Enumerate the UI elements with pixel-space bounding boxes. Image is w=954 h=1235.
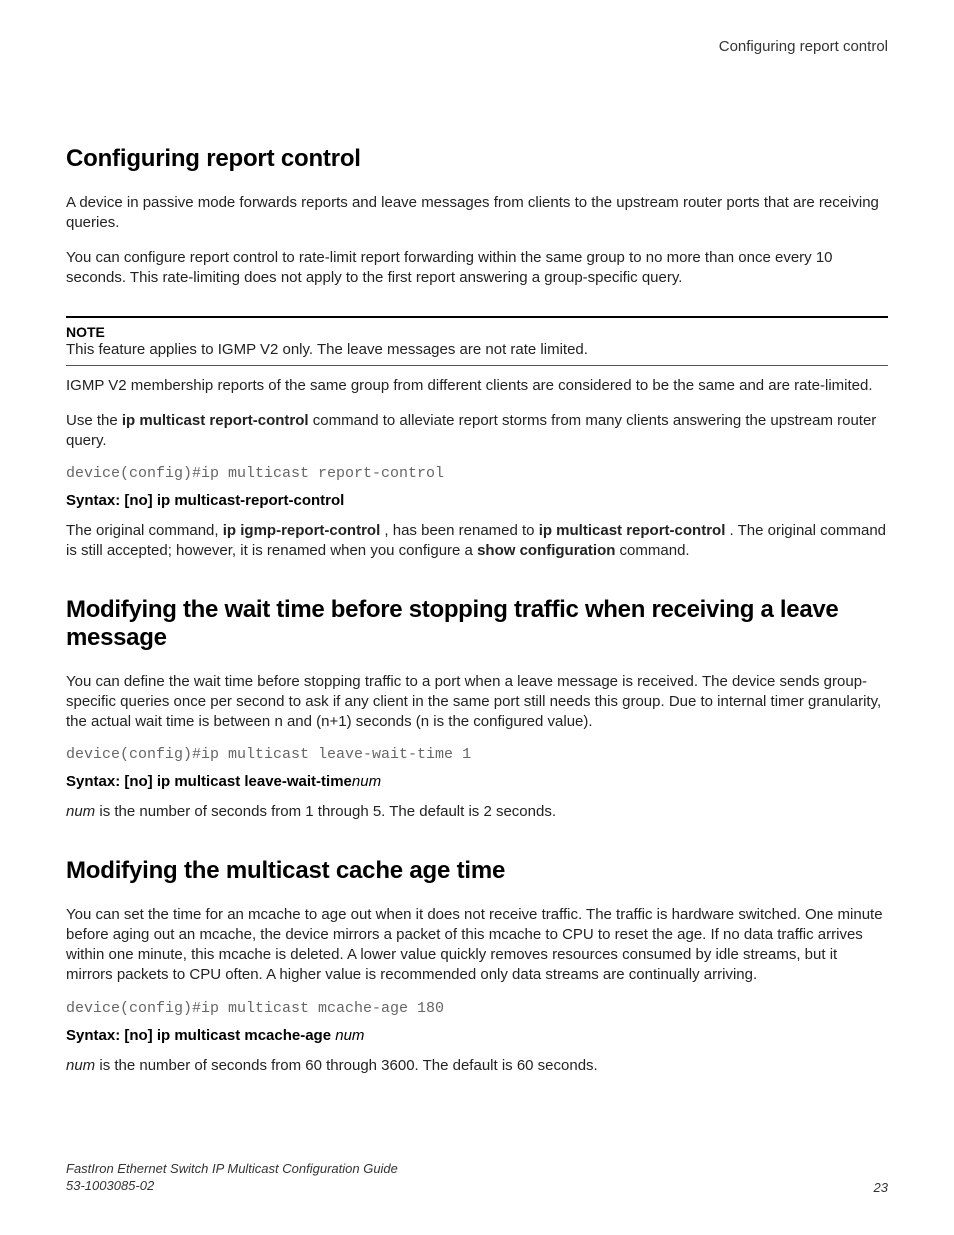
body-text: IGMP V2 membership reports of the same g… [66, 376, 888, 396]
command-name: ip multicast report-control [122, 412, 309, 429]
note-text: This feature applies to IGMP V2 only. Th… [66, 340, 888, 360]
syntax-text: Syntax: [no] ip multicast mcache-age [66, 1027, 335, 1044]
body-text: Use the ip multicast report-control comm… [66, 411, 888, 452]
footer-doc-title: FastIron Ethernet Switch IP Multicast Co… [66, 1160, 398, 1178]
text: The original command, [66, 522, 223, 539]
command-name: ip igmp-report-control [223, 522, 381, 539]
page-content: Configuring report control Configuring r… [0, 0, 954, 1076]
body-text: num is the number of seconds from 1 thro… [66, 802, 888, 822]
syntax-line: Syntax: [no] ip multicast leave-wait-tim… [66, 773, 888, 790]
footer-doc-number: 53-1003085-02 [66, 1177, 398, 1195]
footer-page-number: 23 [874, 1180, 888, 1195]
running-header: Configuring report control [66, 38, 888, 55]
text: , has been renamed to [380, 522, 538, 539]
syntax-param: num [352, 773, 381, 790]
section-mcache-age: Modifying the multicast cache age time Y… [66, 857, 888, 1076]
note-label: NOTE [66, 324, 888, 340]
heading-report-control: Configuring report control [66, 145, 888, 173]
syntax-line: Syntax: [no] ip multicast mcache-age num [66, 1027, 888, 1044]
section-wait-time: Modifying the wait time before stopping … [66, 596, 888, 823]
body-text: You can configure report control to rate… [66, 248, 888, 289]
section-report-control: Configuring report control A device in p… [66, 145, 888, 562]
text: command. [615, 542, 689, 559]
param-name: num [66, 803, 95, 820]
body-text: You can set the time for an mcache to ag… [66, 905, 888, 986]
text: is the number of seconds from 1 through … [95, 803, 556, 820]
syntax-text: Syntax: [no] ip multicast leave-wait-tim… [66, 773, 352, 790]
code-block: device(config)#ip multicast report-contr… [66, 465, 888, 482]
body-text: A device in passive mode forwards report… [66, 193, 888, 234]
footer-left: FastIron Ethernet Switch IP Multicast Co… [66, 1160, 398, 1195]
code-block: device(config)#ip multicast mcache-age 1… [66, 1000, 888, 1017]
page-footer: FastIron Ethernet Switch IP Multicast Co… [66, 1160, 888, 1195]
body-text: You can define the wait time before stop… [66, 672, 888, 733]
command-name: show configuration [477, 542, 615, 559]
text: is the number of seconds from 60 through… [95, 1057, 598, 1074]
code-block: device(config)#ip multicast leave-wait-t… [66, 746, 888, 763]
command-name: ip multicast report-control [539, 522, 726, 539]
heading-mcache-age: Modifying the multicast cache age time [66, 857, 888, 885]
body-text: num is the number of seconds from 60 thr… [66, 1056, 888, 1076]
param-name: num [66, 1057, 95, 1074]
heading-wait-time: Modifying the wait time before stopping … [66, 596, 888, 652]
syntax-param: num [335, 1027, 364, 1044]
syntax-line: Syntax: [no] ip multicast-report-control [66, 492, 888, 509]
text: Use the [66, 412, 122, 429]
body-text: The original command, ip igmp-report-con… [66, 521, 888, 562]
note-block: NOTE This feature applies to IGMP V2 onl… [66, 316, 888, 366]
